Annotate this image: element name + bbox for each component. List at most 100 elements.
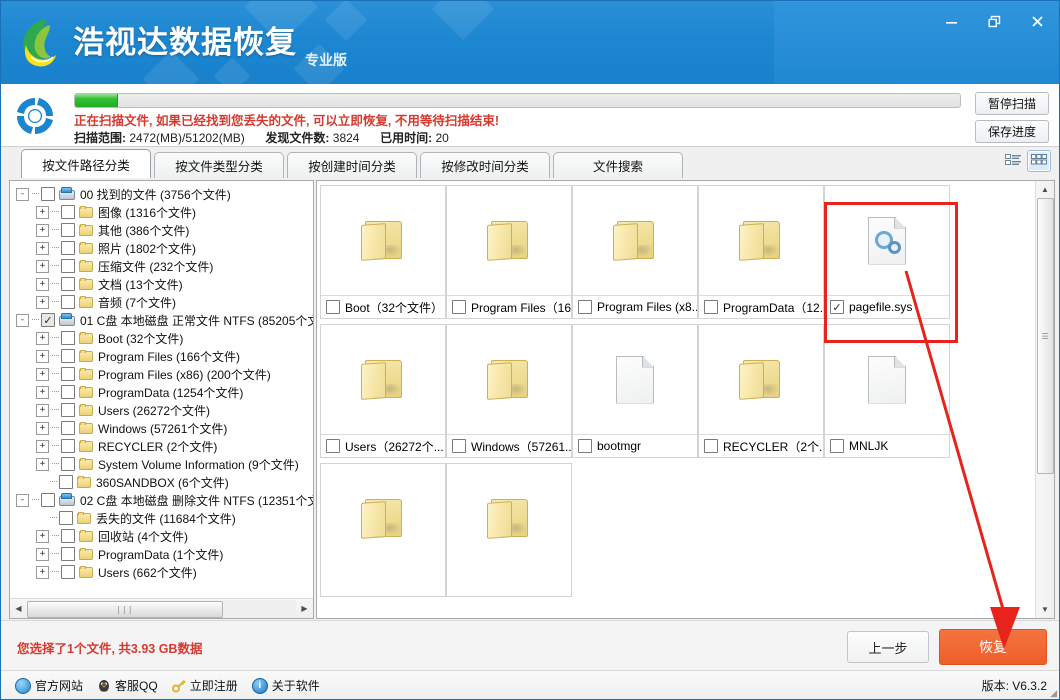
tree-node[interactable]: +Program Files (166个文件) (10, 347, 313, 365)
tree-node-checkbox[interactable] (59, 511, 73, 525)
tree-scroll-thumb[interactable]: ||| (27, 601, 223, 618)
about-software-link[interactable]: i 关于软件 (252, 677, 320, 694)
tree-node[interactable]: -01 C盘 本地磁盘 正常文件 NTFS (85205个文件) (10, 311, 313, 329)
tree-node[interactable]: 360SANDBOX (6个文件) (10, 473, 313, 491)
tree-node-checkbox[interactable] (41, 313, 55, 327)
tab-0[interactable]: 按文件路径分类 (21, 149, 151, 178)
scroll-up-arrow-icon[interactable]: ▲ (1036, 181, 1054, 198)
tree-node-checkbox[interactable] (61, 547, 75, 561)
file-item-checkbox[interactable] (452, 439, 466, 453)
expand-icon[interactable]: + (36, 404, 49, 417)
file-item-checkbox[interactable] (578, 439, 592, 453)
tree-node[interactable]: -02 C盘 本地磁盘 删除文件 NTFS (12351个文件) (10, 491, 313, 509)
tree-node-checkbox[interactable] (61, 403, 75, 417)
tree-node[interactable]: +其他 (386个文件) (10, 221, 313, 239)
tree-node[interactable]: +RECYCLER (2个文件) (10, 437, 313, 455)
file-grid-item[interactable]: Program Files (x8... (572, 185, 698, 319)
tree-node-checkbox[interactable] (61, 529, 75, 543)
tab-4[interactable]: 文件搜索 (553, 152, 683, 178)
tree-node-checkbox[interactable] (61, 331, 75, 345)
expand-icon[interactable]: + (36, 548, 49, 561)
tree-node[interactable]: 丢失的文件 (11684个文件) (10, 509, 313, 527)
file-item-checkbox[interactable] (326, 300, 340, 314)
expand-icon[interactable]: + (36, 350, 49, 363)
expand-icon[interactable]: + (36, 386, 49, 399)
file-item-checkbox[interactable] (704, 439, 718, 453)
tree-node-checkbox[interactable] (41, 187, 55, 201)
tree-node-checkbox[interactable] (61, 223, 75, 237)
collapse-icon[interactable]: - (16, 314, 29, 327)
expand-icon[interactable]: + (36, 530, 49, 543)
expand-icon[interactable]: + (36, 368, 49, 381)
tree-node[interactable]: +音频 (7个文件) (10, 293, 313, 311)
expand-icon[interactable]: + (36, 296, 49, 309)
tree-node[interactable]: +ProgramData (1个文件) (10, 545, 313, 563)
tree-node[interactable]: +回收站 (4个文件) (10, 527, 313, 545)
tree-node-checkbox[interactable] (61, 205, 75, 219)
expand-icon[interactable]: + (36, 242, 49, 255)
file-grid-item[interactable]: ProgramData（12... (698, 185, 824, 319)
file-grid-item[interactable]: Windows（57261... (446, 324, 572, 458)
expand-icon[interactable]: + (36, 566, 49, 579)
tab-3[interactable]: 按修改时间分类 (420, 152, 550, 178)
previous-step-button[interactable]: 上一步 (847, 631, 929, 663)
close-button[interactable] (1016, 1, 1059, 41)
tree-node[interactable]: +Boot (32个文件) (10, 329, 313, 347)
file-grid-item[interactable]: pagefile.sys (824, 185, 950, 319)
file-item-checkbox[interactable] (326, 439, 340, 453)
tree-horizontal-scrollbar[interactable]: ◀ ||| ▶ (10, 598, 313, 618)
expand-icon[interactable]: + (36, 224, 49, 237)
file-item-checkbox[interactable] (830, 439, 844, 453)
tree-node-checkbox[interactable] (61, 259, 75, 273)
tree-node[interactable]: +图像 (1316个文件) (10, 203, 313, 221)
file-grid-item[interactable] (320, 463, 446, 597)
file-grid-item[interactable]: Users（26272个... (320, 324, 446, 458)
tree-node-checkbox[interactable] (61, 565, 75, 579)
grid-view-button[interactable] (1027, 150, 1051, 172)
file-item-checkbox[interactable] (830, 300, 844, 314)
collapse-icon[interactable]: - (16, 494, 29, 507)
tree-node[interactable]: -00 找到的文件 (3756个文件) (10, 185, 313, 203)
tree-node-checkbox[interactable] (61, 367, 75, 381)
expand-icon[interactable]: + (36, 278, 49, 291)
file-item-checkbox[interactable] (578, 300, 592, 314)
tree-node[interactable]: +文档 (13个文件) (10, 275, 313, 293)
resize-grip-icon[interactable]: ◢ (1050, 688, 1057, 699)
tree-node-checkbox[interactable] (61, 421, 75, 435)
file-item-checkbox[interactable] (704, 300, 718, 314)
file-grid-item[interactable]: RECYCLER（2个... (698, 324, 824, 458)
tree-node-checkbox[interactable] (61, 385, 75, 399)
pause-scan-button[interactable]: 暂停扫描 (975, 92, 1049, 115)
tree-node[interactable]: +Program Files (x86) (200个文件) (10, 365, 313, 383)
file-item-checkbox[interactable] (452, 300, 466, 314)
tree-node-checkbox[interactable] (61, 241, 75, 255)
collapse-icon[interactable]: - (16, 188, 29, 201)
tree-node[interactable]: +ProgramData (1254个文件) (10, 383, 313, 401)
tree-node[interactable]: +Windows (57261个文件) (10, 419, 313, 437)
restore-button[interactable] (973, 1, 1016, 41)
tree-node-checkbox[interactable] (61, 277, 75, 291)
tree-node-checkbox[interactable] (61, 295, 75, 309)
tree-node[interactable]: +压缩文件 (232个文件) (10, 257, 313, 275)
tree-node-checkbox[interactable] (61, 439, 75, 453)
expand-icon[interactable]: + (36, 422, 49, 435)
scroll-down-arrow-icon[interactable]: ▼ (1036, 601, 1054, 618)
expand-icon[interactable]: + (36, 332, 49, 345)
tree-node[interactable]: +照片 (1802个文件) (10, 239, 313, 257)
expand-icon[interactable]: + (36, 440, 49, 453)
recover-button[interactable]: 恢复 (939, 629, 1047, 665)
grid-scroll-track[interactable]: ☰ (1036, 198, 1054, 601)
file-grid-item[interactable]: Program Files（16... (446, 185, 572, 319)
expand-icon[interactable]: + (36, 206, 49, 219)
scroll-left-arrow-icon[interactable]: ◀ (10, 600, 27, 617)
tree-node-checkbox[interactable] (61, 457, 75, 471)
tree-node[interactable]: +System Volume Information (9个文件) (10, 455, 313, 473)
tree-scroll-track[interactable]: ||| (27, 600, 296, 617)
save-progress-button[interactable]: 保存进度 (975, 120, 1049, 143)
tree-node[interactable]: +Users (26272个文件) (10, 401, 313, 419)
official-website-link[interactable]: 官方网站 (15, 677, 83, 694)
grid-scroll-thumb[interactable]: ☰ (1037, 198, 1054, 474)
grid-vertical-scrollbar[interactable]: ▲ ☰ ▼ (1035, 181, 1054, 618)
expand-icon[interactable]: + (36, 260, 49, 273)
expand-icon[interactable]: + (36, 458, 49, 471)
